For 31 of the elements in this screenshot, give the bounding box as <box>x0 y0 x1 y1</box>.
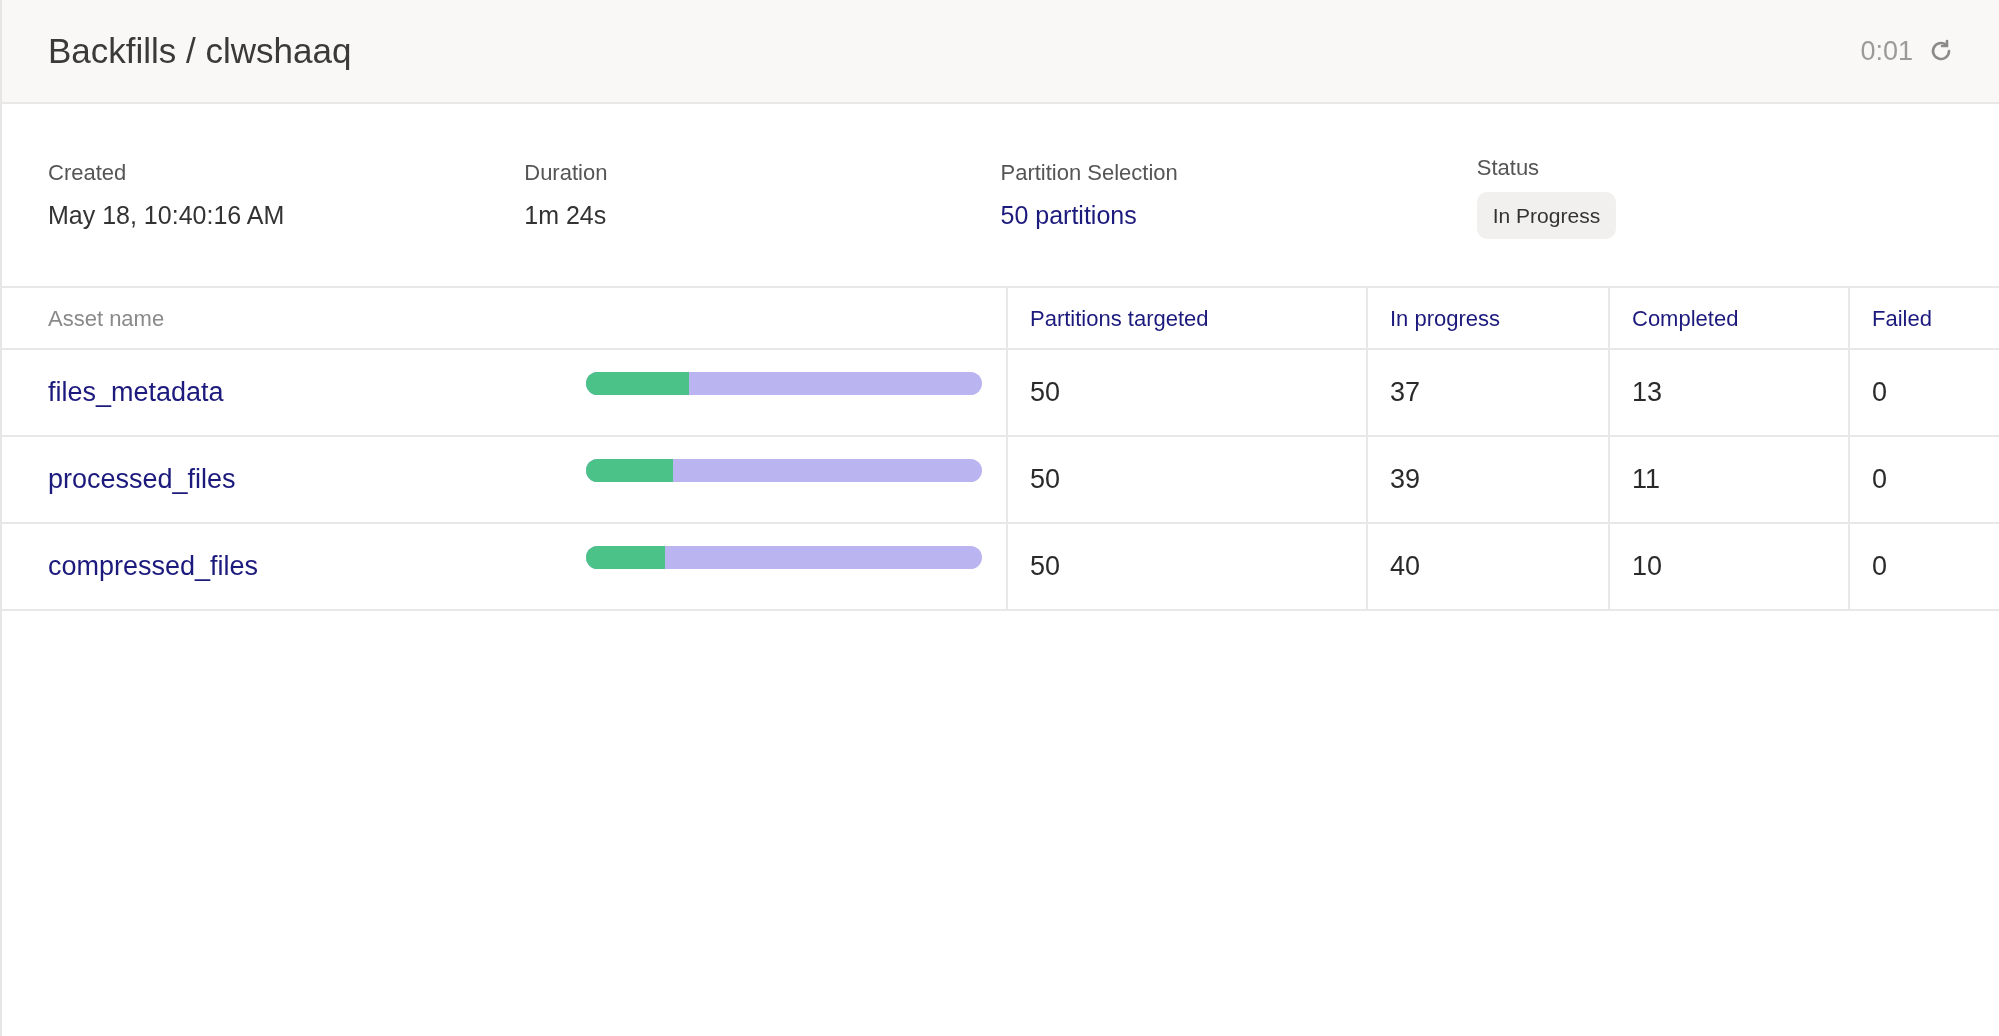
partitions-link[interactable]: 50 partitions <box>1000 196 1137 235</box>
table-cell-text: 39 <box>1390 463 1421 497</box>
table-cell-text: 40 <box>1390 550 1421 584</box>
table-cell-text: 0 <box>1872 550 1888 584</box>
table-cell-text: 0 <box>1872 376 1888 410</box>
column-header[interactable]: Completed <box>1632 301 1739 335</box>
table-cell-text: 11 <box>1632 463 1661 497</box>
stat-label: Status <box>1476 153 1540 182</box>
stat-label: Created <box>48 158 127 187</box>
table-cell-text: 50 <box>1030 550 1061 584</box>
column-header[interactable]: In progress <box>1390 301 1501 335</box>
page-title: Backfills / clwshaaq <box>48 29 352 72</box>
stat-label: Partition Selection <box>1000 158 1178 187</box>
column-header[interactable]: Partitions targeted <box>1030 301 1209 335</box>
column-header: Asset name <box>48 304 165 333</box>
table-cell-text: 37 <box>1390 376 1421 410</box>
table-cell-text: 50 <box>1030 463 1061 497</box>
stat-value: 1m 24s <box>524 199 607 231</box>
status-tag: In Progress <box>1476 191 1617 240</box>
stat-value: May 18, 10:40:16 AM <box>48 199 285 231</box>
timer: 0:01 <box>1860 34 1913 68</box>
table-cell-text: 13 <box>1632 376 1663 410</box>
asset-link[interactable]: files_metadata <box>48 372 224 413</box>
table-cell-text: 50 <box>1030 376 1061 410</box>
refresh-icon[interactable] <box>1929 39 1953 63</box>
column-header[interactable]: Failed <box>1872 301 1932 335</box>
asset-link[interactable]: processed_files <box>48 459 236 500</box>
table-cell-text: 0 <box>1872 463 1888 497</box>
asset-link[interactable]: compressed_files <box>48 546 259 587</box>
table-cell-text: 10 <box>1632 550 1663 584</box>
stat-label: Duration <box>524 158 608 187</box>
